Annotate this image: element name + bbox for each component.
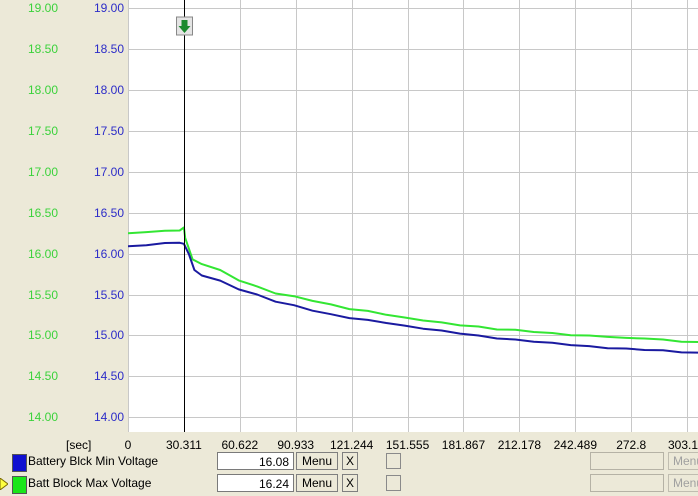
x-tick-label: 181.867: [441, 438, 486, 452]
series-value-field[interactable]: 16.24: [217, 474, 294, 492]
extra-menu-button: Menu: [668, 452, 698, 470]
x-tick-label: 60.622: [221, 438, 259, 452]
x-tick-label: 121.244: [329, 438, 374, 452]
series-line: [128, 241, 698, 354]
chart-plot-area[interactable]: [128, 0, 698, 432]
chart-svg: [128, 0, 698, 432]
y-tick-label: 17.50: [94, 123, 125, 138]
y-tick-label: 14.00: [28, 410, 59, 425]
y-tick-label: 17.00: [94, 164, 125, 179]
x-tick-label: 151.555: [385, 438, 430, 452]
y-tick-label: 18.50: [28, 42, 59, 57]
x-tick-label: 30.311: [166, 438, 202, 452]
x-tick-label: 242.489: [553, 438, 597, 452]
y-tick-label: 17.00: [28, 164, 59, 179]
y-axis-labels: 19.00 18.50 18.00 17.50 17.00 16.50 16.00 15.50…: [0, 0, 128, 432]
y-tick-label: 19.00: [28, 1, 59, 16]
series-checkbox[interactable]: [386, 475, 401, 491]
y-tick-label: 14.00: [94, 410, 125, 425]
series-menu-button[interactable]: Menu: [296, 474, 338, 492]
y-tick-label: 15.00: [94, 328, 125, 343]
series-menu-button[interactable]: Menu: [296, 452, 338, 470]
x-axis: [sec] 0 30.311 60.622 90.933 121.244 151.555 1…: [0, 432, 698, 452]
series-line: [128, 226, 698, 343]
series-name-label: Battery Blck Min Voltage: [28, 454, 159, 468]
y-tick-label: 15.00: [28, 328, 59, 343]
legend-row-min-voltage[interactable]: Battery Blck Min Voltage 16.08 Menu X Me…: [0, 452, 698, 474]
y-tick-label: 18.00: [28, 83, 59, 97]
triangle-pointer-icon: [0, 478, 8, 490]
x-tick-label: 0: [124, 438, 132, 452]
x-tick-label: 212.178: [497, 438, 542, 452]
y-tick-label: 16.00: [94, 246, 125, 261]
legend-row-max-voltage[interactable]: Batt Block Max Voltage 16.24 Menu X Menu: [0, 474, 698, 496]
x-tick-label: 272.8: [616, 438, 647, 452]
y-tick-label: 16.50: [28, 205, 59, 220]
y-tick-label: 14.50: [94, 369, 125, 384]
series-color-swatch[interactable]: [12, 476, 27, 494]
x-tick-label: 303.1: [667, 438, 698, 452]
extra-menu-button: Menu: [668, 474, 698, 492]
y-tick-label: 16.50: [94, 205, 125, 220]
extra-value-field: [590, 452, 664, 470]
y-tick-label: 15.50: [94, 287, 125, 302]
series-remove-button[interactable]: X: [342, 452, 358, 470]
y-tick-label: 15.50: [28, 287, 59, 302]
y-tick-label: 19.00: [94, 1, 125, 16]
x-axis-unit: [sec]: [66, 438, 92, 452]
down-arrow-icon: [176, 16, 193, 36]
series-value-field[interactable]: 16.08: [217, 452, 294, 470]
series-checkbox[interactable]: [386, 453, 401, 469]
y-tick-label: 18.50: [94, 42, 125, 57]
x-tick-label: 90.933: [277, 438, 315, 452]
series-name-label: Batt Block Max Voltage: [28, 476, 152, 490]
y-tick-label: 14.50: [28, 369, 59, 384]
y-tick-label: 16.00: [28, 246, 59, 261]
y-tick-label: 18.00: [94, 83, 125, 97]
extra-value-field: [590, 474, 664, 492]
y-tick-label: 17.50: [28, 123, 59, 138]
series-remove-button[interactable]: X: [342, 474, 358, 492]
series-color-swatch[interactable]: [12, 454, 27, 472]
